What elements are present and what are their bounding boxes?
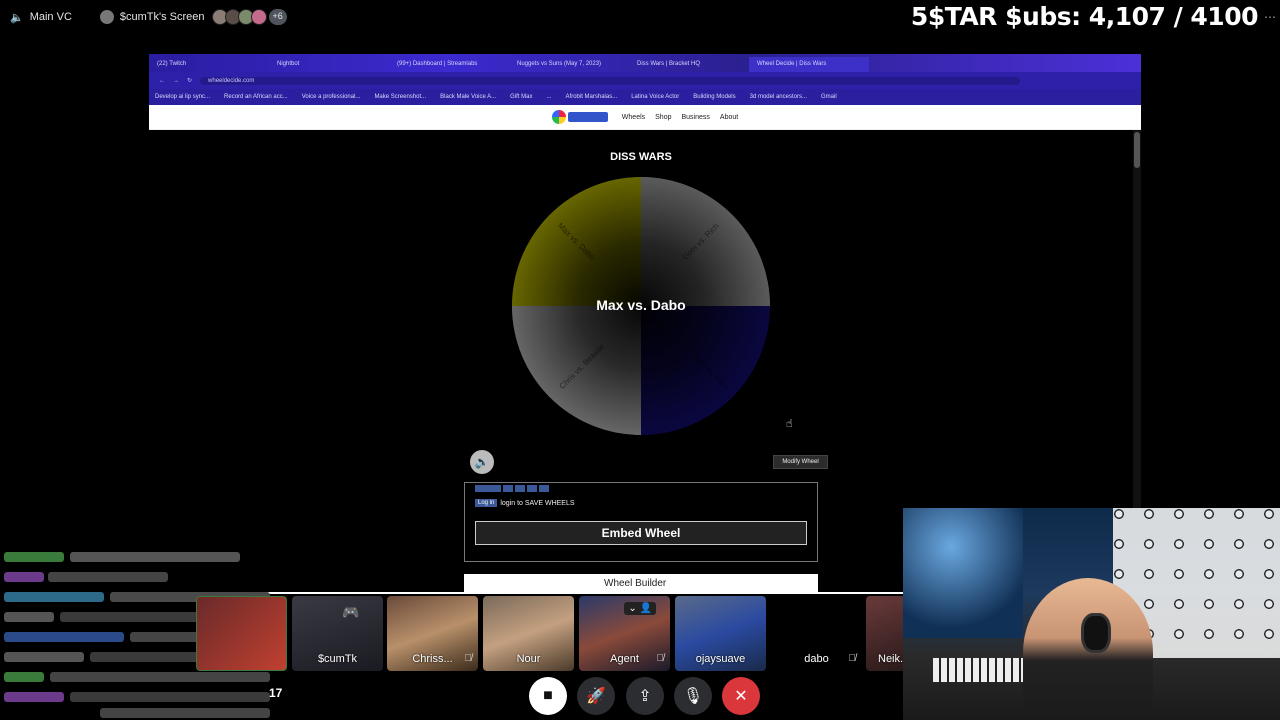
camera-button[interactable]: ■ [529, 677, 567, 715]
bookmarks-bar: Develop ai lip sync... Record an African… [149, 89, 1141, 105]
bookmark[interactable]: Gift Max [510, 94, 532, 100]
webcam-overlay [903, 508, 1280, 720]
browser-tab[interactable]: Diss Wars | Bracket HQ [629, 57, 749, 72]
muted-mic-icon: 🎙̸ [848, 653, 857, 664]
wheel-segment-label: Max vs. Dabo [555, 221, 597, 262]
more-options-icon[interactable]: ⋯ [1264, 10, 1276, 24]
facebook-icon[interactable] [515, 485, 525, 492]
speaker-icon: 🔈 [10, 11, 24, 24]
screen-owner-name: $cumTk's Screen [119, 11, 205, 23]
sound-toggle-icon[interactable]: 🔊 [470, 450, 494, 474]
bookmark[interactable]: Afrobit Marshalas... [566, 94, 618, 100]
facebook-follow-button[interactable] [475, 485, 501, 492]
embed-wheel-button[interactable]: Embed Wheel [475, 521, 807, 545]
login-row: Log in login to SAVE WHEELS [465, 494, 817, 507]
twitter-icon[interactable] [527, 485, 537, 492]
microphone-button[interactable]: 🎙 [674, 677, 712, 715]
nav-link-shop[interactable]: Shop [655, 114, 671, 121]
wheel-result: Max vs. Dabo [596, 297, 686, 313]
wheel-segment-label: Rich vs. Nour [690, 351, 732, 392]
channel-name: Main VC [29, 11, 72, 23]
browser-tab[interactable]: (22) Twitch [149, 57, 269, 72]
facebook-login-button[interactable]: Log in [475, 499, 498, 507]
browser-tab[interactable]: Nuggets vs Suns (May 7, 2023) [509, 57, 629, 72]
tile-options-icon[interactable]: ⌄ 👤 [624, 602, 656, 615]
screen-owner-avatar [99, 10, 114, 24]
nav-link-about[interactable]: About [720, 114, 738, 121]
browser-tab[interactable]: Nightbot [269, 57, 389, 72]
share-icon[interactable] [503, 485, 513, 492]
participant-name: Neik... [878, 653, 906, 665]
browser-tab-active[interactable]: Wheel Decide | Diss Wars [749, 57, 869, 72]
nav-link-wheels[interactable]: Wheels [622, 114, 645, 121]
wall-poster [903, 508, 1023, 638]
participant-tile[interactable]: dabo 🎙̸ [771, 596, 862, 671]
login-text: login to SAVE WHEELS [500, 499, 575, 507]
muted-mic-icon: 🎙̸ [464, 653, 473, 664]
wheel-segment-label: Chris vs. Beastie [557, 342, 607, 391]
avatar [250, 9, 267, 25]
bookmark[interactable]: Develop ai lip sync... [155, 94, 210, 100]
bookmark[interactable]: Latina Voice Actor [631, 94, 679, 100]
participant-tile[interactable]: ⌄ 👤 Agent 🎙̸ [579, 596, 670, 671]
participant-tile[interactable]: Chriss... 🎙̸ [387, 596, 478, 671]
participant-tile[interactable]: 🎮 $cumTk [292, 596, 383, 671]
viewer-avatars[interactable]: +6 [211, 9, 287, 25]
screen-share-button[interactable]: ⇪ [626, 677, 664, 715]
headphones-icon [1081, 613, 1111, 653]
extra-viewers-badge: +6 [268, 9, 287, 25]
bookmark[interactable]: Make Screenshot... [374, 94, 426, 100]
reload-icon[interactable]: ↻ [187, 77, 192, 84]
voice-channel[interactable]: 🔈 Main VC [10, 11, 72, 24]
site-nav: Wheels Shop Business About [149, 105, 1141, 130]
browser-tab-strip: (22) Twitch Nightbot (99+) Dashboard | S… [149, 54, 1141, 72]
email-icon[interactable] [539, 485, 549, 492]
site-logo[interactable] [551, 109, 612, 125]
wheel-builder-panel[interactable]: Wheel Builder [464, 574, 818, 594]
wheel-segment-label: Dom vs. Rich [680, 221, 721, 262]
address-bar[interactable]: wheeldecide.com [200, 76, 1021, 85]
bookmark[interactable]: Record an African acc... [224, 94, 288, 100]
bookmark[interactable]: 3d model ancestors... [750, 94, 807, 100]
participant-tile[interactable] [196, 596, 287, 671]
gamepad-icon: 🎮 [342, 604, 360, 620]
embed-panel: Log in login to SAVE WHEELS Embed Wheel [464, 482, 818, 562]
keyboard [933, 658, 1023, 682]
participant-name: ojaysuave [695, 653, 746, 665]
browser-tab[interactable]: (99+) Dashboard | Streamlabs [389, 57, 509, 72]
participant-tile[interactable]: ojaysuave [675, 596, 766, 671]
bookmark[interactable]: Voice a professional... [302, 94, 361, 100]
bookmark[interactable]: Black Male Voice A... [440, 94, 496, 100]
nav-link-business[interactable]: Business [682, 114, 710, 121]
muted-mic-icon: 🎙̸ [656, 653, 665, 664]
social-buttons [465, 483, 817, 494]
back-icon[interactable]: ← [159, 78, 165, 84]
participant-tile[interactable]: Nour [483, 596, 574, 671]
bookmark[interactable]: ... [547, 94, 552, 100]
wheel-title: DISS WARS [610, 151, 672, 163]
participant-tile[interactable]: Neik... [866, 596, 906, 671]
activity-rocket-button[interactable]: 🚀 [577, 677, 615, 715]
chat-count: 17 [269, 686, 283, 700]
leave-call-button[interactable]: ✕ [722, 677, 760, 715]
mouse-cursor-icon: ☝ [786, 418, 793, 430]
subs-counter: 5$TAR $ubs: 4,107 / 4100 [910, 2, 1259, 31]
bookmark[interactable]: Gmail [821, 94, 837, 100]
modify-wheel-button[interactable]: Modify Wheel [773, 455, 828, 469]
participant-name: Nour [516, 653, 541, 665]
screen-share-label[interactable]: $cumTk's Screen [99, 10, 205, 24]
forward-icon[interactable]: → [173, 78, 179, 84]
bookmark[interactable]: Building Models [693, 94, 735, 100]
participant-name: $cumTk [317, 653, 358, 665]
address-bar-row: ← → ↻ wheeldecide.com [149, 72, 1141, 89]
